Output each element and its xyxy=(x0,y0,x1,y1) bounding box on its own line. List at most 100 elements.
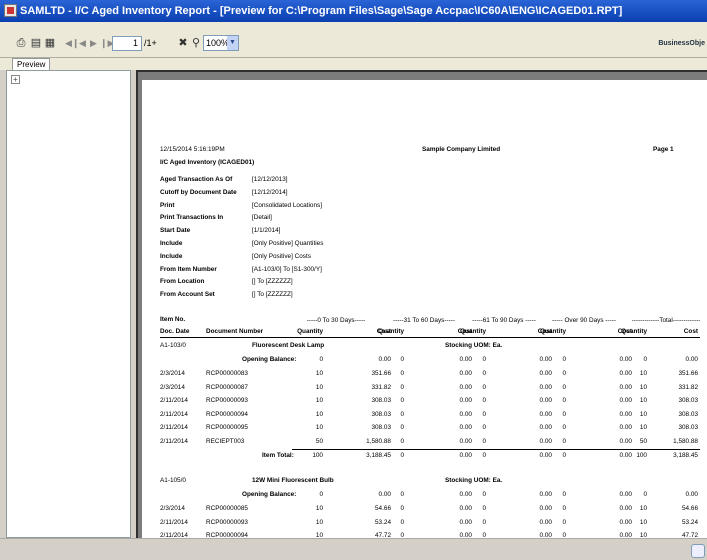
transaction-quantity: 10 xyxy=(315,518,323,526)
header-quantity: Quantity xyxy=(540,328,566,335)
transaction-quantity: 0 xyxy=(400,437,404,445)
page-label: Page 1 xyxy=(653,146,674,153)
toggle-tree-icon[interactable]: ▦ xyxy=(43,36,57,50)
transaction-date: 2/11/2014 xyxy=(160,424,188,431)
transaction-quantity: 0 xyxy=(482,410,486,418)
opening-quantity: 0 xyxy=(643,491,647,498)
app-icon xyxy=(4,4,17,17)
transaction-quantity: 0 xyxy=(562,505,566,512)
group-tree-pane[interactable]: + xyxy=(6,70,131,538)
transaction-quantity: 0 xyxy=(482,397,486,404)
total-cost: 3,188.45 xyxy=(673,452,698,459)
transaction-cost: 308.03 xyxy=(678,410,698,418)
document-number: RCP00000094 xyxy=(206,410,248,418)
item-code: A1-105/0 xyxy=(160,477,186,484)
export-icon[interactable]: ▤ xyxy=(29,36,43,50)
total-quantity: 0 xyxy=(400,452,404,459)
total-overline xyxy=(292,449,700,450)
transaction-quantity: 10 xyxy=(639,505,647,512)
opening-quantity: 0 xyxy=(482,356,486,363)
status-bar xyxy=(0,538,707,560)
chevron-down-icon[interactable]: ▼ xyxy=(227,36,238,50)
page-number-input[interactable]: 1 xyxy=(112,36,142,51)
report-viewer[interactable]: 12/15/2014 5:16:19PM Sample Company Limi… xyxy=(136,70,707,538)
transaction-date: 2/11/2014 xyxy=(160,410,188,418)
opening-quantity: 0 xyxy=(319,356,323,363)
opening-quantity: 0 xyxy=(482,491,486,498)
header-underline xyxy=(160,337,700,338)
total-quantity: 100 xyxy=(312,452,323,459)
param-value: [Only Positive] Quantities xyxy=(252,240,324,247)
transaction-quantity: 10 xyxy=(639,424,647,431)
total-quantity: 100 xyxy=(636,452,647,459)
param-value: [Only Positive] Costs xyxy=(252,252,311,260)
transaction-quantity: 0 xyxy=(562,397,566,404)
transaction-quantity: 0 xyxy=(482,505,486,512)
window-title: SAMLTD - I/C Aged Inventory Report - [Pr… xyxy=(20,5,623,17)
transaction-quantity: 0 xyxy=(400,505,404,512)
param-label: Cutoff by Document Date xyxy=(160,188,237,196)
transaction-quantity: 10 xyxy=(315,370,323,377)
transaction-quantity: 0 xyxy=(562,370,566,377)
opening-quantity: 0 xyxy=(319,491,323,498)
param-value: [A1-103/0] To [S1-300/Y] xyxy=(252,265,322,273)
param-value: [12/12/2013] xyxy=(252,176,288,183)
tab-bar: Preview xyxy=(0,58,707,70)
resize-grip[interactable] xyxy=(691,544,705,558)
document-number: RCP00000093 xyxy=(206,397,248,404)
window-titlebar: SAMLTD - I/C Aged Inventory Report - [Pr… xyxy=(0,0,707,22)
stop-icon[interactable]: ✖ xyxy=(176,36,190,50)
param-label: Print xyxy=(160,201,175,209)
transaction-quantity: 0 xyxy=(562,437,566,445)
transaction-quantity: 0 xyxy=(400,410,404,418)
transaction-quantity: 10 xyxy=(639,370,647,377)
transaction-date: 2/11/2014 xyxy=(160,518,188,526)
report-datetime: 12/15/2014 5:16:19PM xyxy=(160,146,225,153)
param-label: From Location xyxy=(160,278,205,286)
tab-preview[interactable]: Preview xyxy=(12,58,51,70)
next-page-icon[interactable]: ▶ xyxy=(90,36,97,50)
item-uom: Stocking UOM: Ea. xyxy=(445,477,503,484)
transaction-quantity: 0 xyxy=(482,437,486,445)
transaction-quantity: 10 xyxy=(639,397,647,404)
previous-page-icon[interactable]: ◀ xyxy=(79,36,86,50)
company-name: Sample Company Limited xyxy=(422,146,501,153)
report-page: 12/15/2014 5:16:19PM Sample Company Limi… xyxy=(142,80,707,538)
param-value: [] To [ZZZZZZ] xyxy=(252,291,293,299)
toolbar: ⎙ ▤ ▦ ◀❙ ◀ ▶ ❙▶ 1 /1+ ✖ ⚲ 100% ▼ Busines… xyxy=(0,22,707,58)
transaction-date: 2/3/2014 xyxy=(160,383,185,391)
zoom-select[interactable]: 100% ▼ xyxy=(203,35,239,51)
report-title: I/C Aged Inventory (ICAGED01) xyxy=(160,159,255,166)
document-number: RCP00000087 xyxy=(206,383,248,391)
transaction-quantity: 0 xyxy=(400,397,404,404)
transaction-quantity: 10 xyxy=(639,410,647,418)
transaction-quantity: 50 xyxy=(315,437,323,445)
opening-cost: 0.00 xyxy=(685,356,698,363)
header-aging-bucket: ----- Over 90 Days ----- xyxy=(552,317,616,324)
opening-quantity: 0 xyxy=(643,356,647,363)
param-label: Include xyxy=(160,252,183,260)
transaction-quantity: 0 xyxy=(400,424,404,431)
header-quantity: Quantity xyxy=(378,328,404,335)
item-uom: Stocking UOM: Ea. xyxy=(445,342,503,349)
search-icon[interactable]: ⚲ xyxy=(189,36,203,50)
header-aging-bucket: -----61 To 90 Days ----- xyxy=(472,317,536,324)
print-icon[interactable]: ⎙ xyxy=(14,36,28,50)
param-label: From Account Set xyxy=(160,291,215,299)
opening-quantity: 0 xyxy=(400,356,404,363)
document-number: RCP00000095 xyxy=(206,424,248,431)
transaction-date: 2/3/2014 xyxy=(160,370,185,377)
header-doc-number: Document Number xyxy=(206,328,264,335)
transaction-date: 2/11/2014 xyxy=(160,437,188,445)
expand-icon[interactable]: + xyxy=(11,75,20,84)
transaction-quantity: 0 xyxy=(400,518,404,526)
header-aging-bucket: -------------Total------------- xyxy=(631,317,701,324)
transaction-quantity: 0 xyxy=(482,518,486,526)
transaction-quantity: 10 xyxy=(315,424,323,431)
item-code: A1-103/0 xyxy=(160,342,186,349)
param-label: Aged Transaction As Of xyxy=(160,176,233,183)
transaction-quantity: 0 xyxy=(400,383,404,391)
document-number: RCP00000093 xyxy=(206,518,248,526)
first-page-icon[interactable]: ◀❙ xyxy=(65,36,79,50)
param-label: From Item Number xyxy=(160,265,217,273)
